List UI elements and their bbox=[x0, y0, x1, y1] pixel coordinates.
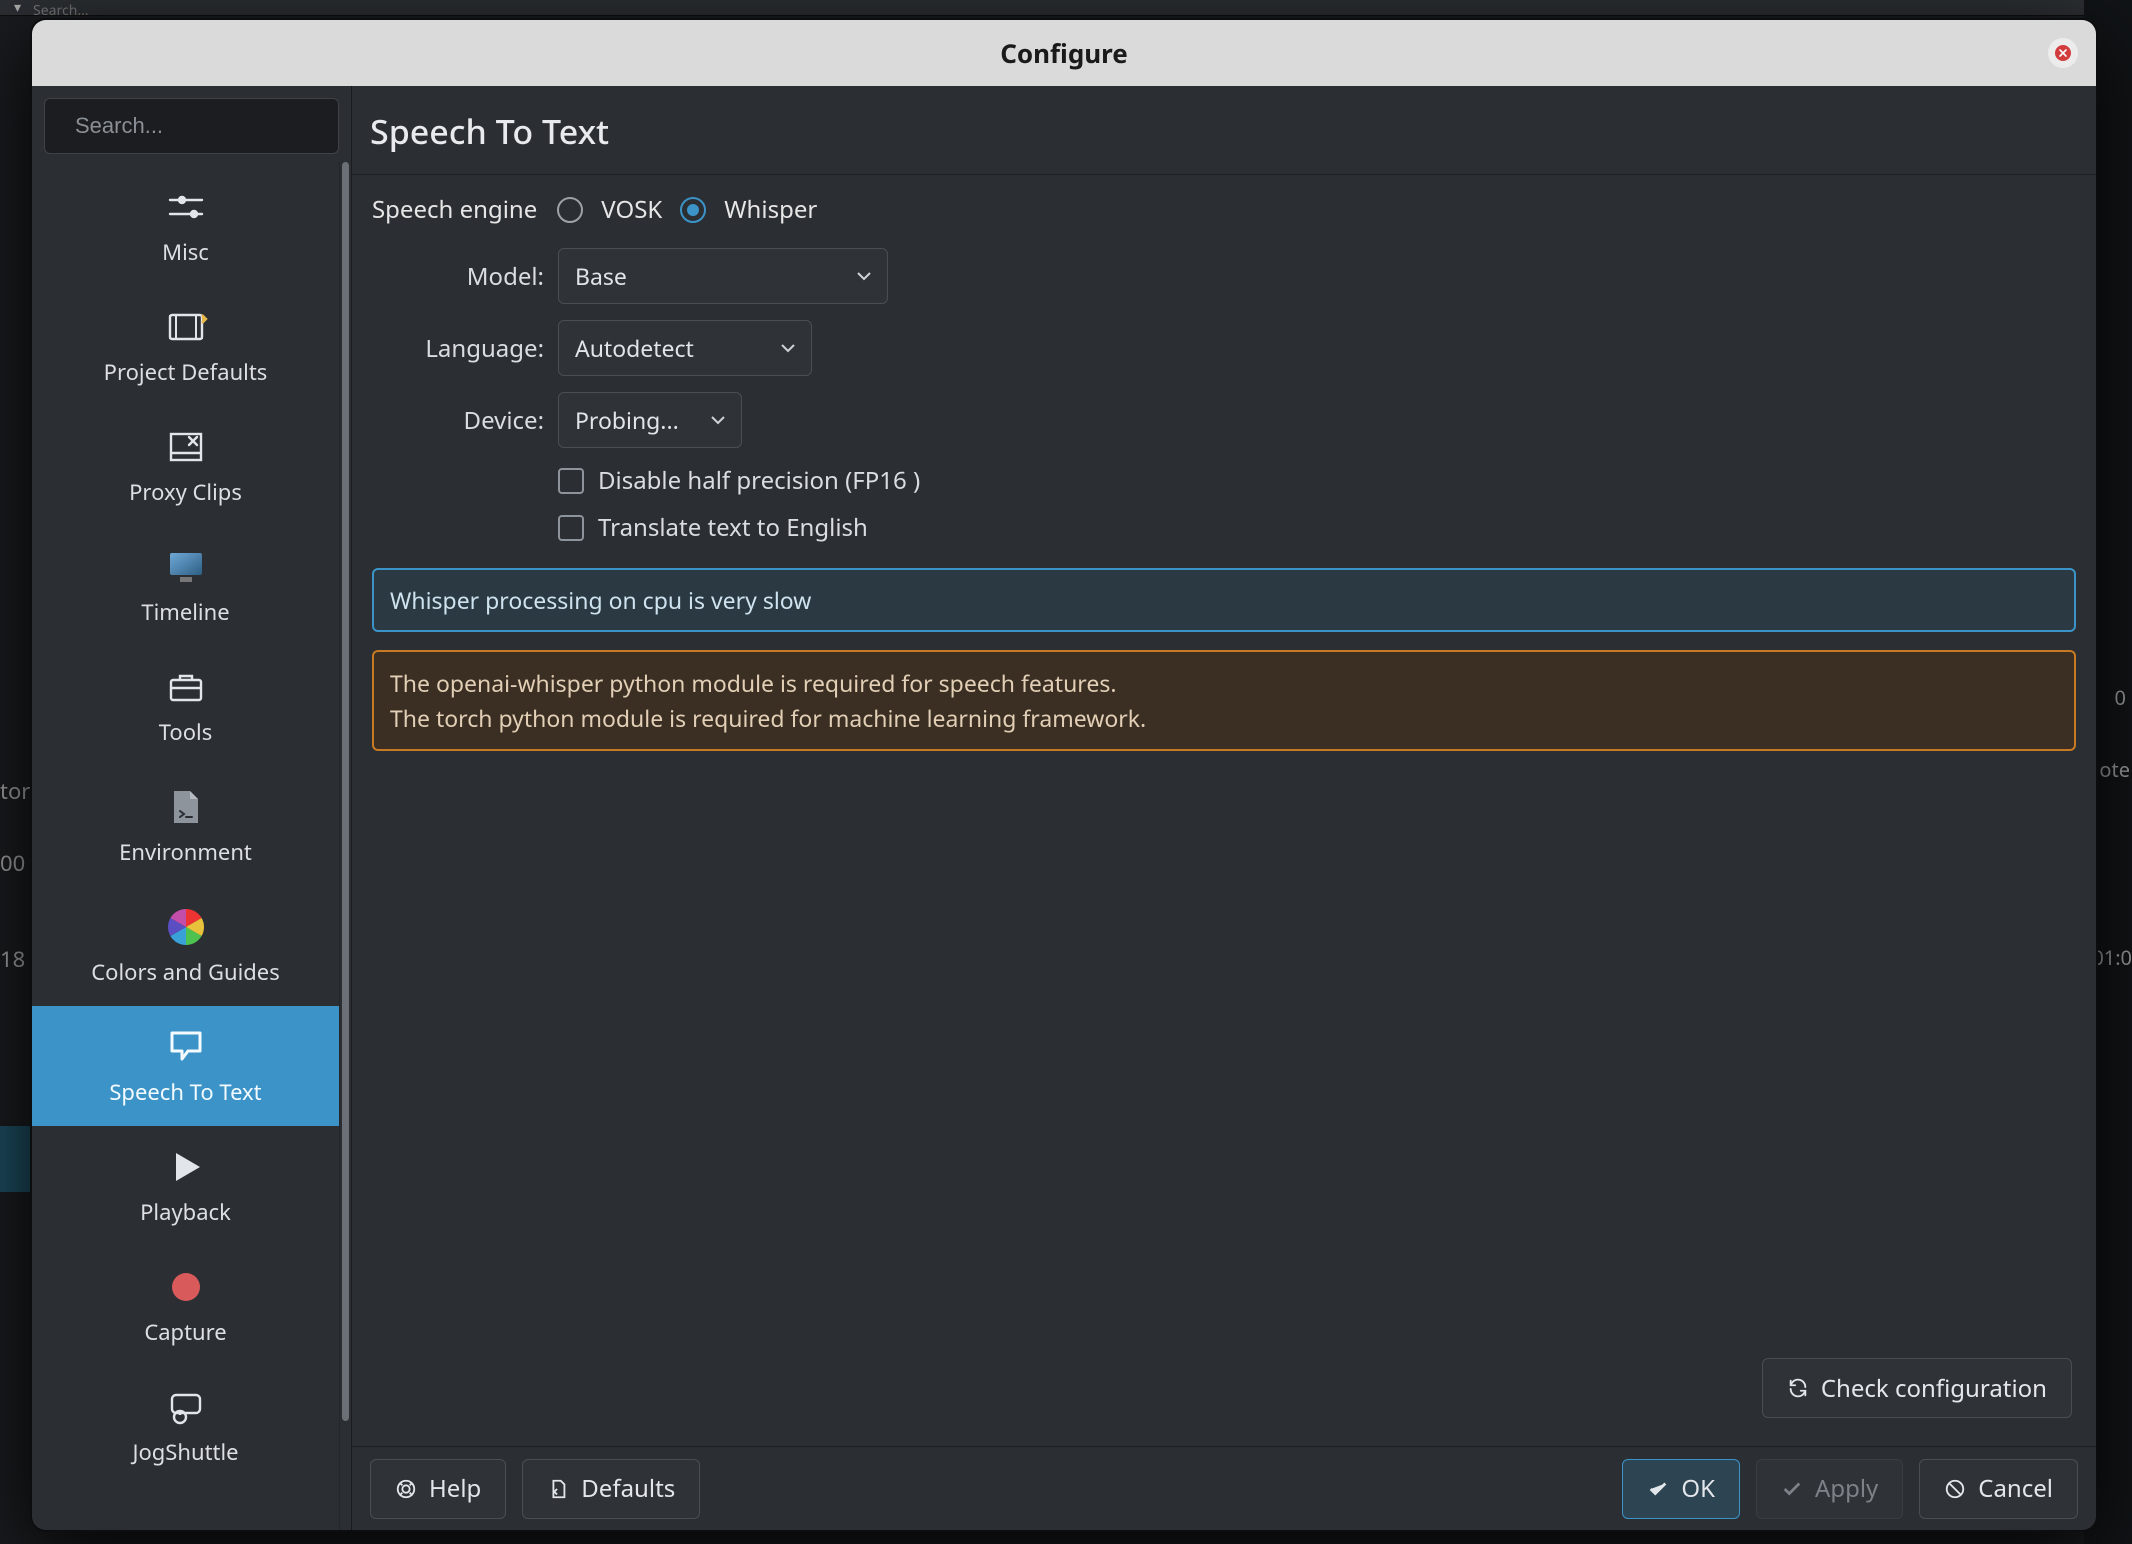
model-combo[interactable]: Base bbox=[558, 248, 888, 304]
sidebar-scrollbar[interactable] bbox=[339, 162, 351, 1530]
category-label: Misc bbox=[162, 237, 209, 267]
category-colors-guides[interactable]: Colors and Guides bbox=[32, 886, 339, 1006]
bg-search: Search... bbox=[33, 1, 253, 15]
category-playback[interactable]: Playback bbox=[32, 1126, 339, 1246]
category-label: Capture bbox=[144, 1317, 226, 1347]
monitor-icon bbox=[164, 545, 208, 589]
speech-bubble-icon bbox=[164, 1025, 208, 1069]
category-capture[interactable]: Capture bbox=[32, 1246, 339, 1366]
terminal-file-icon bbox=[166, 785, 206, 829]
category-project-defaults[interactable]: Project Defaults bbox=[32, 286, 339, 406]
radio-checked-icon bbox=[680, 197, 706, 223]
category-misc[interactable]: Misc bbox=[32, 166, 339, 286]
close-button[interactable] bbox=[2048, 38, 2078, 68]
chevron-down-icon bbox=[855, 267, 873, 285]
category-sidebar: Misc Project Defaults bbox=[32, 86, 352, 1530]
model-label: Model: bbox=[372, 260, 558, 293]
dropdown-triangle-icon: ▾ bbox=[14, 0, 21, 17]
translate-checkbox[interactable] bbox=[558, 515, 584, 541]
lifebuoy-icon bbox=[395, 1478, 417, 1500]
help-button[interactable]: Help bbox=[370, 1459, 506, 1519]
engine-radio-vosk[interactable]: VOSK bbox=[557, 193, 662, 226]
cancel-icon bbox=[1944, 1478, 1966, 1500]
engine-radio-whisper[interactable]: Whisper bbox=[680, 193, 817, 226]
category-label: Tools bbox=[159, 717, 213, 747]
category-label: JogShuttle bbox=[132, 1437, 238, 1467]
category-label: Proxy Clips bbox=[129, 477, 242, 507]
category-label: Colors and Guides bbox=[91, 957, 280, 987]
check-icon bbox=[1647, 1478, 1669, 1500]
category-environment[interactable]: Environment bbox=[32, 766, 339, 886]
category-jogshuttle[interactable]: JogShuttle bbox=[32, 1366, 339, 1486]
language-label: Language: bbox=[372, 332, 558, 365]
jog-icon bbox=[164, 1385, 208, 1429]
cancel-button[interactable]: Cancel bbox=[1919, 1459, 2078, 1519]
device-value: Probing... bbox=[575, 404, 679, 436]
speech-engine-label: Speech engine bbox=[372, 193, 537, 226]
category-tools[interactable]: Tools bbox=[32, 646, 339, 766]
dialog-title: Configure bbox=[1000, 35, 1128, 71]
close-icon bbox=[2055, 45, 2071, 61]
dialog-titlebar: Configure bbox=[32, 20, 2096, 86]
category-label: Environment bbox=[119, 837, 252, 867]
language-value: Autodetect bbox=[575, 332, 694, 364]
language-combo[interactable]: Autodetect bbox=[558, 320, 812, 376]
dialog-button-bar: Help Defaults OK bbox=[352, 1446, 2096, 1530]
refresh-icon bbox=[1787, 1377, 1809, 1399]
chevron-down-icon bbox=[709, 411, 727, 429]
play-icon bbox=[164, 1145, 208, 1189]
chevron-down-icon bbox=[779, 339, 797, 357]
device-label: Device: bbox=[372, 404, 558, 437]
model-value: Base bbox=[575, 260, 627, 292]
settings-panel: Speech engine VOSK Whisper Model: bbox=[352, 175, 2096, 1446]
toolbox-icon bbox=[164, 665, 208, 709]
page-title: Speech To Text bbox=[352, 86, 2096, 175]
apply-button[interactable]: Apply bbox=[1756, 1459, 1903, 1519]
category-label: Playback bbox=[140, 1197, 231, 1227]
category-label: Speech To Text bbox=[109, 1077, 261, 1107]
record-icon bbox=[164, 1265, 208, 1309]
cpu-warning-info: Whisper processing on cpu is very slow bbox=[372, 568, 2076, 632]
defaults-button[interactable]: Defaults bbox=[522, 1459, 700, 1519]
category-label: Project Defaults bbox=[104, 357, 268, 387]
check-icon bbox=[1781, 1478, 1803, 1500]
translate-label: Translate text to English bbox=[598, 511, 868, 544]
category-list: Misc Project Defaults bbox=[32, 162, 339, 1530]
category-proxy-clips[interactable]: Proxy Clips bbox=[32, 406, 339, 526]
missing-modules-warning: The openai-whisper python module is requ… bbox=[372, 650, 2076, 751]
category-timeline[interactable]: Timeline bbox=[32, 526, 339, 646]
device-combo[interactable]: Probing... bbox=[558, 392, 742, 448]
radio-icon bbox=[557, 197, 583, 223]
scrollbar-thumb[interactable] bbox=[342, 162, 349, 1421]
configure-dialog: Configure bbox=[32, 20, 2096, 1530]
proxy-icon bbox=[164, 425, 208, 469]
disable-fp16-checkbox[interactable] bbox=[558, 468, 584, 494]
disable-fp16-label: Disable half precision (FP16 ) bbox=[598, 464, 920, 497]
sidebar-search[interactable] bbox=[44, 98, 339, 154]
sliders-icon bbox=[164, 185, 208, 229]
document-revert-icon bbox=[547, 1478, 569, 1500]
sidebar-search-input[interactable] bbox=[75, 113, 363, 139]
ok-button[interactable]: OK bbox=[1622, 1459, 1740, 1519]
category-speech-to-text[interactable]: Speech To Text bbox=[32, 1006, 339, 1126]
check-configuration-button[interactable]: Check configuration bbox=[1762, 1358, 2072, 1418]
color-wheel-icon bbox=[164, 905, 208, 949]
category-label: Timeline bbox=[141, 597, 229, 627]
filmstrip-star-icon bbox=[164, 305, 208, 349]
